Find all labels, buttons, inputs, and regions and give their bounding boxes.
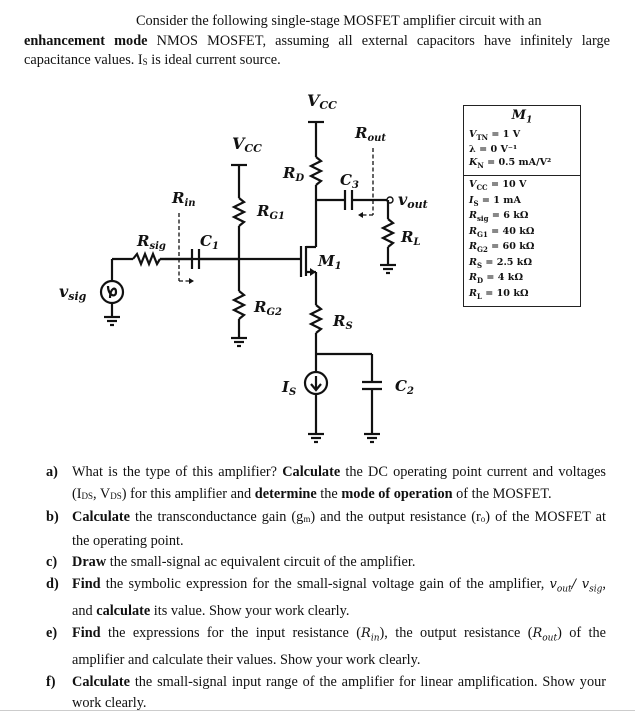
ground-icon: [380, 263, 396, 275]
param-row: IS = 1 mA: [469, 194, 521, 208]
rg2-label: RG2: [253, 298, 282, 318]
question-d: d) Find the symbolic expression for the …: [46, 575, 606, 620]
current-source-is: [303, 370, 329, 396]
circuit-diagram: VCC RD C3 vout Rout RL M1 RS C2 IS VCC R…: [59, 91, 428, 444]
question-e: e) Find the expressions for the input re…: [46, 624, 606, 668]
intro-text-end: is ideal current source.: [147, 52, 281, 68]
rout-label: Rout: [354, 124, 386, 144]
vsig-label: vsig: [59, 282, 87, 303]
rg2-resistor: [231, 290, 247, 320]
param-row: RD = 4 kΩ: [469, 272, 523, 286]
rl-resistor: [380, 218, 396, 248]
nmos-transistor-m1: [299, 245, 318, 305]
c3-label: C3: [340, 171, 359, 191]
rl-label: RL: [400, 228, 421, 248]
c3-capacitor: [343, 190, 354, 210]
c2-label: C2: [395, 377, 414, 397]
param-row: RS = 2.5 kΩ: [469, 256, 532, 270]
ground-icon: [308, 432, 324, 444]
param-row: VCC = 10 V: [469, 179, 527, 193]
rg1-resistor: [231, 197, 247, 227]
vcc-rail-drain: [308, 120, 324, 157]
rg1-label: RG1: [256, 202, 285, 222]
ground-icon: [231, 336, 247, 348]
rs-resistor: [308, 304, 324, 334]
ground-icon: [104, 315, 120, 327]
param-row: RL = 10 kΩ: [469, 287, 529, 301]
question-label: b): [46, 509, 59, 526]
param-row: RG1 = 40 kΩ: [469, 225, 535, 239]
vout-label: vout: [398, 190, 428, 211]
is-label: IS: [281, 378, 296, 398]
bottom-divider: [0, 710, 635, 711]
param-row: Rsig = 6 kΩ: [469, 210, 529, 224]
rd-resistor: [308, 156, 324, 186]
c1-label: C1: [200, 232, 219, 252]
circuit-parameters: VCC = 10 V IS = 1 mA Rsig = 6 kΩ RG1 = 4…: [464, 176, 580, 306]
question-label: f): [46, 673, 56, 690]
param-row: VTN = 1 V: [469, 128, 521, 142]
vcc-label-right: VCC: [307, 91, 337, 112]
question-label: d): [46, 575, 59, 592]
device-parameters: M1 VTN = 1 V λ = 0 V⁻¹ KN = 0.5 mA/V²: [464, 106, 580, 177]
question-list: a) What is the type of this amplifier? C…: [46, 462, 606, 715]
rin-label: Rin: [171, 189, 196, 209]
intro-line-1: Consider the following single-stage MOSF…: [136, 13, 542, 29]
rs-label: RS: [332, 312, 353, 332]
c2-capacitor: [362, 380, 382, 391]
rsig-resistor: [132, 251, 161, 267]
param-row: KN = 0.5 mA/V²: [469, 156, 552, 170]
rsig-label: Rsig: [136, 232, 166, 252]
param-row: RG2 = 60 kΩ: [469, 241, 535, 255]
question-c: c) Draw the small-signal ac equivalent c…: [46, 552, 606, 574]
vcc-rail-gate: [231, 163, 247, 198]
intro-bold-enhancement: enhancement mode: [24, 32, 148, 49]
question-a: a) What is the type of this amplifier? C…: [46, 464, 606, 502]
problem-intro: Consider the following single-stage MOSF…: [24, 12, 610, 73]
question-b: b) Calculate the transconductance gain (…: [46, 509, 606, 549]
question-label: a): [46, 464, 58, 480]
ac-voltage-source-icon: [99, 279, 125, 305]
vcc-label-left: VCC: [232, 134, 262, 155]
question-f: f) Calculate the small-signal input rang…: [46, 673, 606, 712]
question-label: e): [46, 624, 58, 641]
rd-label: RD: [282, 164, 304, 184]
m1-label: M1: [317, 252, 342, 272]
ground-icon: [364, 432, 380, 444]
parameter-table: M1 VTN = 1 V λ = 0 V⁻¹ KN = 0.5 mA/V² VC…: [463, 105, 581, 308]
device-title: M1: [511, 108, 533, 126]
param-row: λ = 0 V⁻¹: [469, 144, 518, 156]
question-label: c): [46, 554, 58, 571]
